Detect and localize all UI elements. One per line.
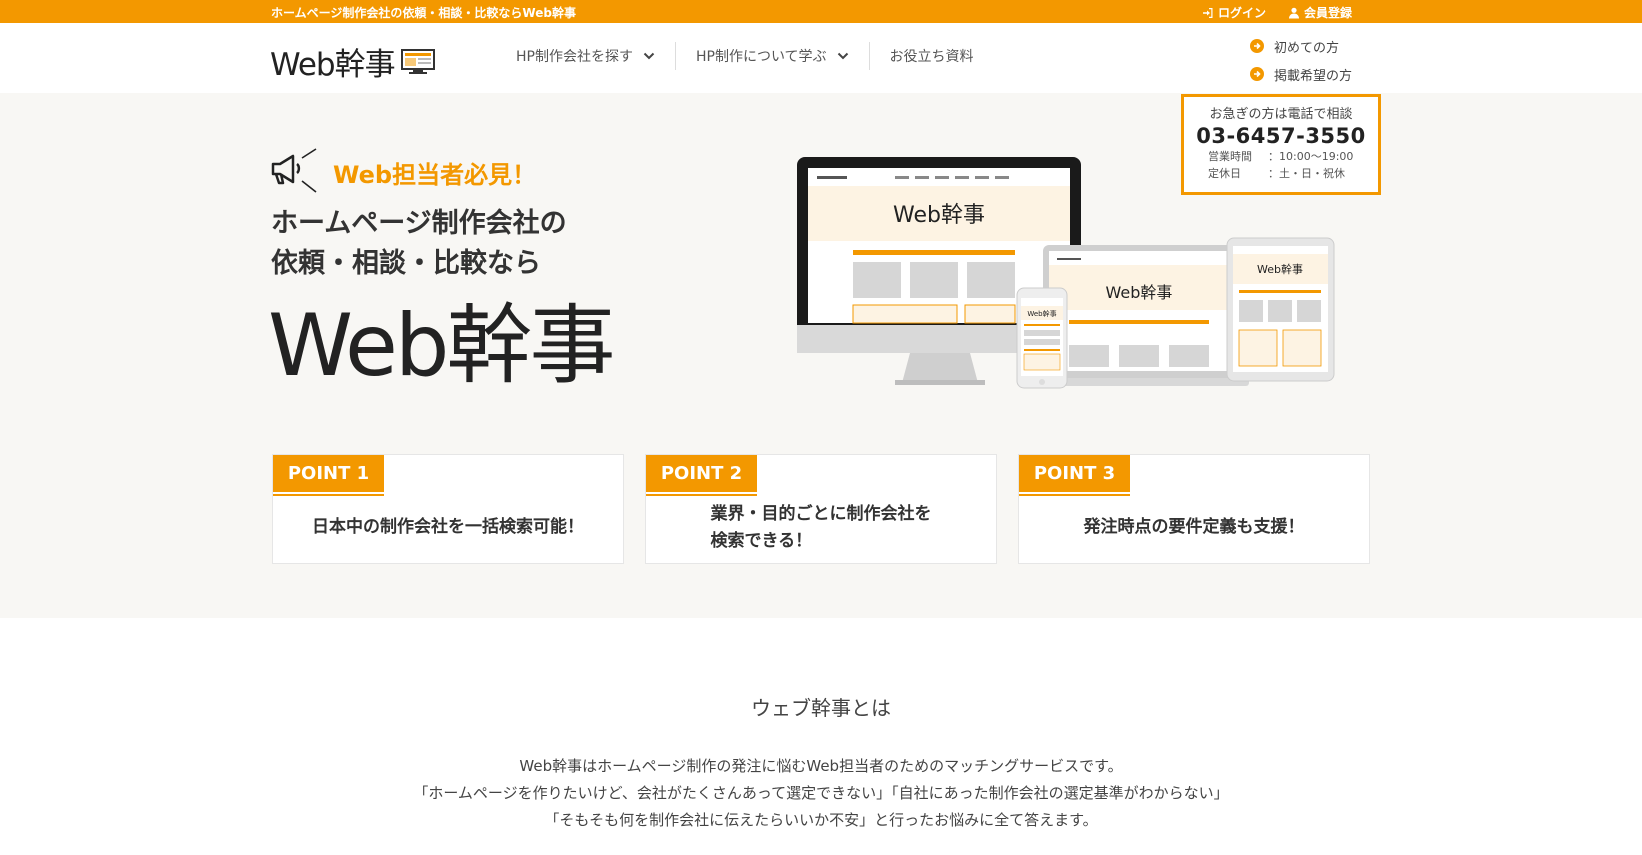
chevron-down-icon: [643, 52, 655, 60]
nav-learn-label: HP制作について学ぶ: [695, 49, 827, 65]
account-links: ログイン 会員登録: [1202, 4, 1352, 21]
point-text-line1: 業界・目的ごとに制作会社を: [710, 503, 932, 524]
login-label: ログイン: [1217, 6, 1266, 20]
device-logo-phone: Web幹事: [1027, 309, 1056, 318]
header-logo[interactable]: Web幹事: [270, 39, 435, 84]
first-time-label: 初めての方: [1274, 40, 1340, 56]
about-title: ウェブ幹事とは: [751, 696, 891, 720]
header-side-links: 初めての方 掲載希望の方: [1250, 32, 1352, 88]
closed-key: 定休日: [1208, 167, 1241, 180]
site-tagline: ホームページ制作会社の依頼・相談・比較ならWeb幹事: [271, 6, 576, 20]
about-line2: 「ホームページを作りたいけど、会社がたくさんあって選定できない」「自社にあった制…: [413, 784, 1229, 802]
site-header: Web幹事 HP制作会社を探す HP制作について学ぶ お役立ち資料 初めての方: [0, 23, 1642, 93]
point-badge: POINT 2: [646, 455, 757, 496]
business-hours: 営業時間 ：10:00〜19:00: [1184, 148, 1378, 165]
device-logo-imac: Web幹事: [893, 203, 985, 228]
nav-resources[interactable]: お役立ち資料: [870, 42, 994, 70]
point-text: 業界・目的ごとに制作会社を 検索できる！: [646, 492, 996, 563]
main-nav: HP制作会社を探す HP制作について学ぶ お役立ち資料: [496, 42, 994, 70]
point-text-line1: 発注時点の要件定義も支援！: [1083, 517, 1305, 537]
closed-days: 定休日 ：土・日・祝休: [1184, 165, 1378, 182]
phone-number[interactable]: 03-6457-3550: [1184, 124, 1378, 148]
login-icon: [1202, 7, 1213, 18]
point-text: 発注時点の要件定義も支援！: [1019, 492, 1369, 563]
listing-link[interactable]: 掲載希望の方: [1250, 60, 1352, 88]
point-text: 日本中の制作会社を一括検索可能！: [273, 492, 623, 563]
about-line1: Web幹事はホームページ制作の発注に悩むWeb担当者のためのマッチングサービスで…: [519, 757, 1123, 775]
device-logo-laptop: Web幹事: [1106, 283, 1173, 302]
hero-title-line2: 依頼・相談・比較なら: [271, 248, 541, 279]
nav-resources-label: お役立ち資料: [889, 49, 974, 65]
hero-title-line1: ホームページ制作会社の: [271, 208, 567, 239]
point-badge: POINT 3: [1019, 455, 1130, 496]
closed-value: ：土・日・祝休: [1268, 167, 1345, 180]
about-line3: 「そもそも何を制作会社に伝えたらいいか不安」と行ったお悩みに全て答えます。: [544, 811, 1098, 829]
nav-find-company[interactable]: HP制作会社を探す: [496, 42, 676, 70]
point-card-1: POINT 1 日本中の制作会社を一括検索可能！: [272, 454, 624, 564]
phone-box-title: お急ぎの方は電話で相談: [1209, 107, 1353, 122]
point-badge: POINT 1: [273, 455, 384, 496]
monitor-icon: [400, 48, 435, 74]
point-card-2: POINT 2 業界・目的ごとに制作会社を 検索できる！: [645, 454, 997, 564]
point-card-3: POINT 3 発注時点の要件定義も支援！: [1018, 454, 1370, 564]
hours-key: 営業時間: [1208, 150, 1252, 163]
login-link[interactable]: ログイン: [1202, 4, 1266, 21]
phone-consult-box[interactable]: お急ぎの方は電話で相談 03-6457-3550 営業時間 ：10:00〜19:0…: [1181, 94, 1381, 195]
user-icon: [1288, 7, 1299, 18]
chevron-down-icon: [837, 52, 848, 60]
megaphone-icon: [271, 148, 317, 193]
arrow-right-icon: [1250, 67, 1264, 81]
register-link[interactable]: 会員登録: [1288, 4, 1352, 21]
listing-label: 掲載希望の方: [1274, 68, 1353, 84]
hero-title: ホームページ制作会社の 依頼・相談・比較なら: [271, 204, 567, 284]
hero-logo: Web幹事: [268, 296, 615, 396]
hero-catch: Web担当者必見！: [333, 161, 537, 189]
point-text-line2: 検索できる！: [710, 530, 813, 551]
first-time-link[interactable]: 初めての方: [1250, 32, 1352, 60]
point-text-line1: 日本中の制作会社を一括検索可能！: [312, 517, 584, 537]
nav-learn[interactable]: HP制作について学ぶ: [676, 42, 870, 70]
header-logo-text: Web幹事: [270, 47, 396, 83]
hours-value: ：10:00〜19:00: [1268, 150, 1354, 163]
arrow-right-icon: [1250, 39, 1264, 53]
points-row: POINT 1 日本中の制作会社を一括検索可能！ POINT 2 業界・目的ごと…: [272, 454, 1370, 564]
device-logo-tablet: Web幹事: [1257, 262, 1303, 276]
top-bar: ホームページ制作会社の依頼・相談・比較ならWeb幹事 ログイン 会員登録: [0, 0, 1642, 23]
about-body: Web幹事はホームページ制作の発注に悩むWeb担当者のためのマッチングサービスで…: [0, 753, 1642, 834]
register-label: 会員登録: [1303, 6, 1352, 20]
nav-find-company-label: HP制作会社を探す: [516, 49, 633, 65]
